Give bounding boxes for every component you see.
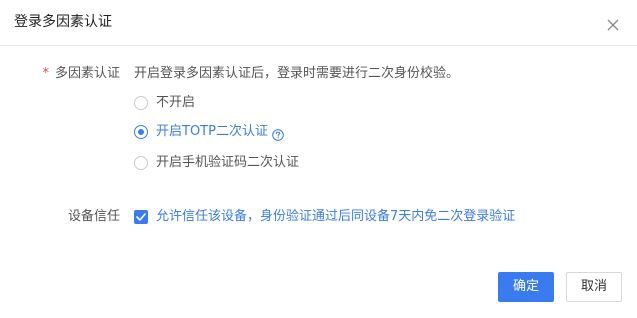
- mfa-label-text: 多因素认证: [54, 66, 120, 81]
- radio-label: 开启手机验证码二次认证: [156, 155, 300, 170]
- device-trust-label: 设备信任: [67, 209, 120, 224]
- close-icon[interactable]: [606, 18, 620, 32]
- radio-button-selected[interactable]: [134, 125, 148, 139]
- mfa-hint: 开启登录多因素认证后，登录时需要进行二次身份校验。: [134, 66, 460, 81]
- dialog-header: 登录多因素认证: [0, 0, 637, 46]
- trust-device-checkbox-row[interactable]: 允许信任该设备，身份验证通过后同设备7天内免二次登录验证: [134, 208, 515, 226]
- question-circle-icon[interactable]: [272, 126, 284, 141]
- required-mark: *: [42, 66, 49, 81]
- confirm-button[interactable]: 确定: [498, 272, 554, 302]
- trust-device-checkbox[interactable]: [134, 210, 148, 224]
- cancel-button[interactable]: 取消: [566, 272, 622, 302]
- radio-button[interactable]: [134, 96, 148, 110]
- radio-option-disabled[interactable]: 不开启: [134, 94, 195, 112]
- radio-label: 开启TOTP二次认证: [156, 124, 268, 139]
- dialog-title: 登录多因素认证: [14, 14, 112, 30]
- radio-label: 不开启: [156, 95, 196, 110]
- mfa-label: * 多因素认证: [38, 65, 120, 83]
- mfa-dialog: 登录多因素认证 * 多因素认证 开启登录多因素认证后，登录时需要进行二次身份校验。…: [0, 0, 637, 318]
- radio-button[interactable]: [134, 156, 148, 170]
- radio-option-totp[interactable]: 开启TOTP二次认证: [134, 123, 284, 141]
- trust-device-text: 允许信任该设备，身份验证通过后同设备7天内免二次登录验证: [156, 209, 516, 224]
- radio-option-sms[interactable]: 开启手机验证码二次认证: [134, 154, 299, 172]
